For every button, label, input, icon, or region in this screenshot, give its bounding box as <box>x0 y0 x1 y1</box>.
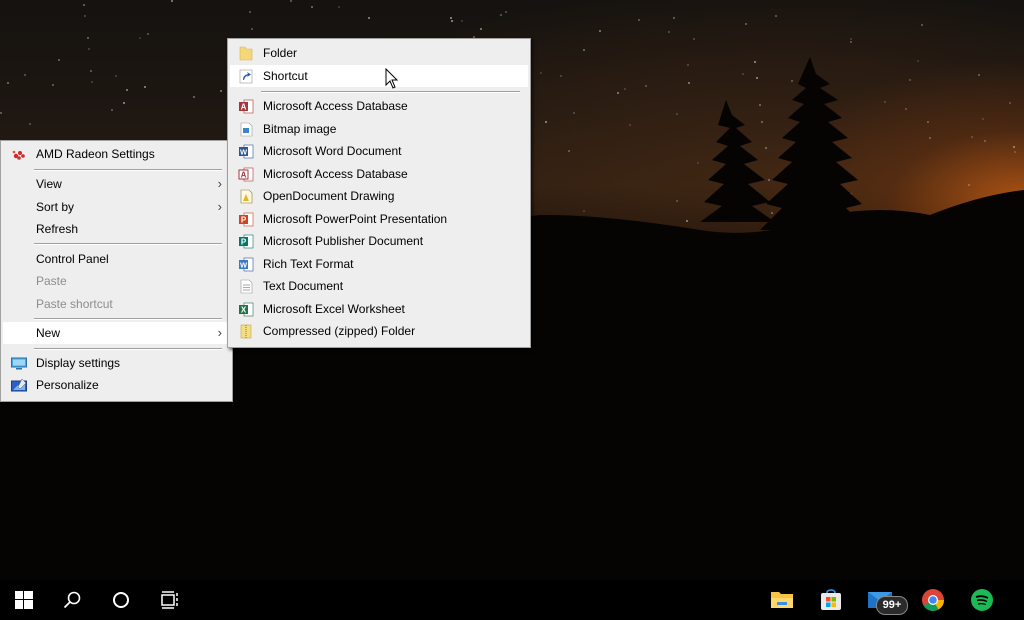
submenu-item-access-database-2[interactable]: A Microsoft Access Database <box>230 163 528 185</box>
spotify-button[interactable] <box>958 580 1006 620</box>
menu-item-amd-radeon-settings[interactable]: AMD Radeon Settings <box>3 143 230 165</box>
submenu-item-bitmap-image[interactable]: Bitmap image <box>230 118 528 140</box>
menu-item-label: Folder <box>263 46 298 60</box>
display-icon <box>11 357 27 370</box>
menu-separator <box>34 243 222 245</box>
file-explorer-button[interactable] <box>758 580 806 620</box>
menu-item-label: Display settings <box>36 356 121 370</box>
personalize-icon <box>11 378 27 392</box>
opendocument-drawing-icon <box>240 189 253 204</box>
desktop-context-menu: AMD Radeon Settings View › Sort by › Ref… <box>0 140 233 402</box>
wordpad-icon: W <box>239 257 254 272</box>
chrome-icon <box>922 589 944 611</box>
svg-text:X: X <box>241 306 247 315</box>
taskbar <box>0 580 1024 620</box>
svg-text:A: A <box>241 171 247 180</box>
chevron-right-icon: › <box>217 325 222 340</box>
start-icon <box>15 591 33 609</box>
publisher-icon: P <box>239 234 254 249</box>
search-button[interactable] <box>48 580 96 620</box>
menu-item-label: New <box>36 326 61 340</box>
submenu-item-rich-text-format[interactable]: W Rich Text Format <box>230 253 528 275</box>
new-submenu: Folder Shortcut A Microsoft Access Datab… <box>227 38 531 348</box>
menu-separator <box>34 169 222 171</box>
folder-icon <box>239 46 253 61</box>
task-view-icon <box>161 591 178 609</box>
menu-item-view[interactable]: View › <box>3 173 230 195</box>
submenu-item-opendocument-drawing[interactable]: OpenDocument Drawing <box>230 185 528 207</box>
microsoft-store-icon <box>821 589 841 610</box>
svg-text:P: P <box>241 216 247 225</box>
excel-icon: X <box>239 302 254 317</box>
svg-text:W: W <box>240 261 248 270</box>
access-icon: A <box>238 167 254 182</box>
menu-item-label: OpenDocument Drawing <box>263 189 395 203</box>
shortcut-icon <box>239 69 253 84</box>
menu-item-label: AMD Radeon Settings <box>36 147 155 161</box>
zip-folder-icon <box>240 324 252 339</box>
word-icon: W <box>239 144 254 159</box>
file-explorer-icon <box>771 592 793 608</box>
chevron-right-icon: › <box>217 176 222 191</box>
menu-item-label: Control Panel <box>36 252 109 266</box>
mouse-cursor-icon <box>385 68 399 89</box>
cortana-icon <box>113 592 129 608</box>
submenu-item-word-document[interactable]: W Microsoft Word Document <box>230 140 528 162</box>
menu-item-sort-by[interactable]: Sort by › <box>3 196 230 218</box>
menu-item-label: Refresh <box>36 222 79 236</box>
task-view-button[interactable] <box>146 580 194 620</box>
start-button[interactable] <box>0 580 48 620</box>
menu-item-label: Paste <box>36 274 67 288</box>
menu-separator <box>34 318 222 320</box>
search-icon <box>63 591 81 609</box>
access-icon: A <box>239 99 254 114</box>
menu-item-new[interactable]: New › <box>3 322 230 344</box>
menu-item-label: Microsoft Excel Worksheet <box>263 302 405 316</box>
powerpoint-icon: P <box>239 212 254 227</box>
menu-item-paste[interactable]: Paste <box>3 270 230 292</box>
menu-item-label: Text Document <box>263 279 344 293</box>
submenu-item-excel-worksheet[interactable]: X Microsoft Excel Worksheet <box>230 298 528 320</box>
cortana-button[interactable] <box>97 580 145 620</box>
amd-radeon-icon <box>12 150 25 160</box>
svg-text:W: W <box>240 148 248 157</box>
menu-item-label: Shortcut <box>263 69 308 83</box>
spotify-icon <box>971 589 993 611</box>
menu-item-paste-shortcut[interactable]: Paste shortcut <box>3 293 230 315</box>
menu-item-label: Paste shortcut <box>36 297 113 311</box>
menu-item-label: Microsoft Word Document <box>263 144 402 158</box>
menu-item-control-panel[interactable]: Control Panel <box>3 248 230 270</box>
svg-text:A: A <box>241 103 247 112</box>
menu-item-label: View <box>36 177 62 191</box>
submenu-item-access-database[interactable]: A Microsoft Access Database <box>230 95 528 117</box>
menu-separator <box>34 348 222 350</box>
menu-item-personalize[interactable]: Personalize <box>3 374 230 396</box>
menu-item-label: Microsoft Access Database <box>263 167 408 181</box>
text-document-icon <box>240 279 253 294</box>
submenu-item-powerpoint-presentation[interactable]: P Microsoft PowerPoint Presentation <box>230 208 528 230</box>
menu-item-label: Bitmap image <box>263 122 337 136</box>
microsoft-store-button[interactable] <box>807 580 855 620</box>
menu-item-label: Microsoft Access Database <box>263 99 408 113</box>
chevron-right-icon: › <box>217 199 222 214</box>
menu-item-display-settings[interactable]: Display settings <box>3 352 230 374</box>
menu-item-label: Rich Text Format <box>263 257 354 271</box>
chrome-button[interactable] <box>909 580 957 620</box>
menu-separator <box>261 91 520 93</box>
submenu-item-publisher-document[interactable]: P Microsoft Publisher Document <box>230 230 528 252</box>
mail-unread-badge: 99+ <box>876 596 908 615</box>
menu-item-label: Personalize <box>36 378 99 392</box>
submenu-item-text-document[interactable]: Text Document <box>230 275 528 297</box>
menu-item-label: Compressed (zipped) Folder <box>263 324 416 338</box>
menu-item-label: Sort by <box>36 200 75 214</box>
submenu-item-shortcut[interactable]: Shortcut <box>230 65 528 87</box>
menu-item-label: Microsoft Publisher Document <box>263 234 424 248</box>
bitmap-icon <box>240 122 253 137</box>
svg-text:P: P <box>241 238 247 247</box>
submenu-item-folder[interactable]: Folder <box>230 42 528 64</box>
menu-item-refresh[interactable]: Refresh <box>3 218 230 240</box>
submenu-item-compressed-folder[interactable]: Compressed (zipped) Folder <box>230 320 528 342</box>
menu-item-label: Microsoft PowerPoint Presentation <box>263 212 448 226</box>
